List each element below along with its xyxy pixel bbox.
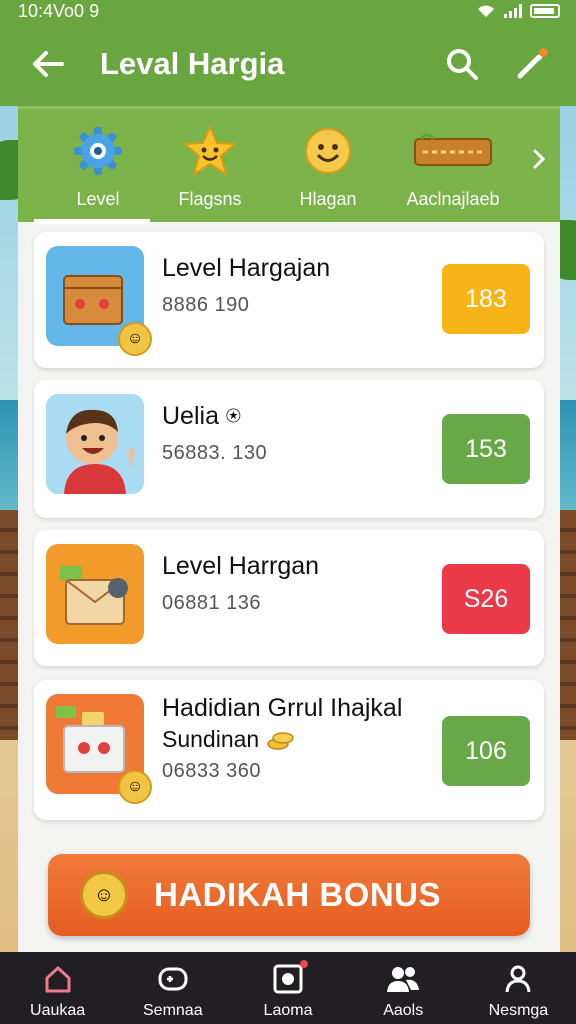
tab-aaclnajlaeb[interactable]: Aaclnajlaeb — [388, 123, 518, 223]
card-value: 8886 190 — [162, 294, 250, 316]
coins-icon — [266, 732, 294, 750]
card-value: 56883. 130 — [162, 442, 268, 464]
battery-icon — [530, 4, 560, 18]
bottom-navigation: Uaukaa Semnaa Laoma Aaols Nesmga — [0, 952, 576, 1024]
status-time: 10:4Vo0 9 — [18, 0, 100, 21]
tab-hlagan[interactable]: Hlagan — [268, 123, 388, 223]
bonus-button[interactable]: ☺ HADIKAH BONUS — [48, 854, 530, 936]
arrow-left-icon — [33, 51, 64, 77]
star-smile-icon — [183, 125, 237, 177]
card-title: Uelia ⍟ — [162, 402, 241, 430]
profile-icon — [505, 965, 531, 993]
person-icon — [64, 409, 135, 494]
notification-dot — [300, 960, 308, 968]
gamepad-icon — [158, 967, 188, 991]
tab-level[interactable]: Level — [38, 123, 158, 223]
card-title: Level Harrgan — [162, 552, 320, 580]
nav-label: Laoma — [263, 1002, 313, 1019]
users-icon — [387, 967, 420, 992]
level-card[interactable]: ☺ Hadidian Grrul Ihajkal Sundinan 06833 … — [34, 680, 544, 820]
level-card[interactable]: ☺ Level Hargajan 8886 190 183 — [34, 232, 544, 368]
status-bar: 10:4Vo0 9 — [0, 0, 576, 22]
category-tabs: Level Flagsns Hlagan Aaclnajlaeb — [18, 106, 560, 224]
card-title: Level Hargajan — [162, 254, 331, 282]
tabs-scroll-next[interactable] — [524, 139, 554, 179]
bonus-button-label: HADIKAH BONUS — [154, 876, 441, 913]
search-button[interactable] — [434, 36, 490, 92]
nav-label: Nesmga — [488, 1002, 549, 1019]
box-icon — [60, 566, 128, 625]
badge-icon — [273, 964, 303, 994]
card-value: 06833 360 — [162, 760, 262, 782]
score-badge: 153 — [442, 414, 530, 484]
nav-item-nesmga[interactable]: Nesmga — [461, 952, 576, 1024]
card-thumbnail — [46, 544, 144, 644]
tab-label: Flagsns — [178, 189, 242, 209]
score-badge: 183 — [442, 264, 530, 334]
nav-label: Aaols — [383, 1002, 424, 1019]
nav-label: Uaukaa — [30, 1002, 86, 1019]
coin-face-icon: ☺ — [80, 871, 128, 919]
search-icon — [447, 49, 478, 80]
chevron-right-icon — [533, 149, 546, 169]
card-thumbnail: ☺ — [46, 246, 152, 356]
sign-board-icon — [414, 133, 492, 166]
nav-label: Semnaa — [143, 1002, 203, 1019]
nav-item-uaukaa[interactable]: Uaukaa — [0, 952, 115, 1024]
page-title: Leval Hargia — [100, 46, 285, 81]
tab-label: Hlagan — [299, 189, 357, 209]
card-value: 06881 136 — [162, 592, 262, 614]
card-thumbnail — [46, 394, 144, 494]
score-badge: 106 — [442, 716, 530, 786]
coin-face-icon: ☺ — [118, 322, 152, 356]
notification-dot — [539, 48, 548, 57]
wifi-icon — [478, 5, 494, 17]
nav-item-semnaa[interactable]: Semnaa — [115, 952, 230, 1024]
smile-face-icon — [305, 128, 351, 174]
level-card[interactable]: Uelia ⍟ 56883. 130 153 — [34, 380, 544, 518]
home-icon — [45, 966, 71, 993]
nav-item-aaols[interactable]: Aaols — [346, 952, 461, 1024]
coin-face-icon: ☺ — [118, 770, 152, 804]
back-button[interactable] — [20, 36, 76, 92]
level-card[interactable]: Level Harrgan 06881 136 S26 — [34, 530, 544, 666]
card-title: Hadidian Grrul Ihajkal — [162, 694, 403, 722]
tab-flagsns[interactable]: Flagsns — [150, 123, 270, 223]
gear-icon — [74, 127, 122, 175]
tab-label: Aaclnajlaeb — [406, 189, 500, 209]
tab-label: Level — [76, 189, 120, 209]
signal-icon — [504, 4, 522, 18]
content-panel: Level Flagsns Hlagan Aaclnajlaeb ☺ Level… — [18, 106, 560, 952]
card-thumbnail: ☺ — [46, 694, 152, 804]
score-badge: S26 — [442, 564, 530, 634]
active-tab-indicator — [34, 219, 150, 224]
nav-item-laoma[interactable]: Laoma — [230, 952, 345, 1024]
tools-button[interactable] — [504, 36, 560, 92]
card-subtitle: Sundinan — [162, 726, 296, 753]
